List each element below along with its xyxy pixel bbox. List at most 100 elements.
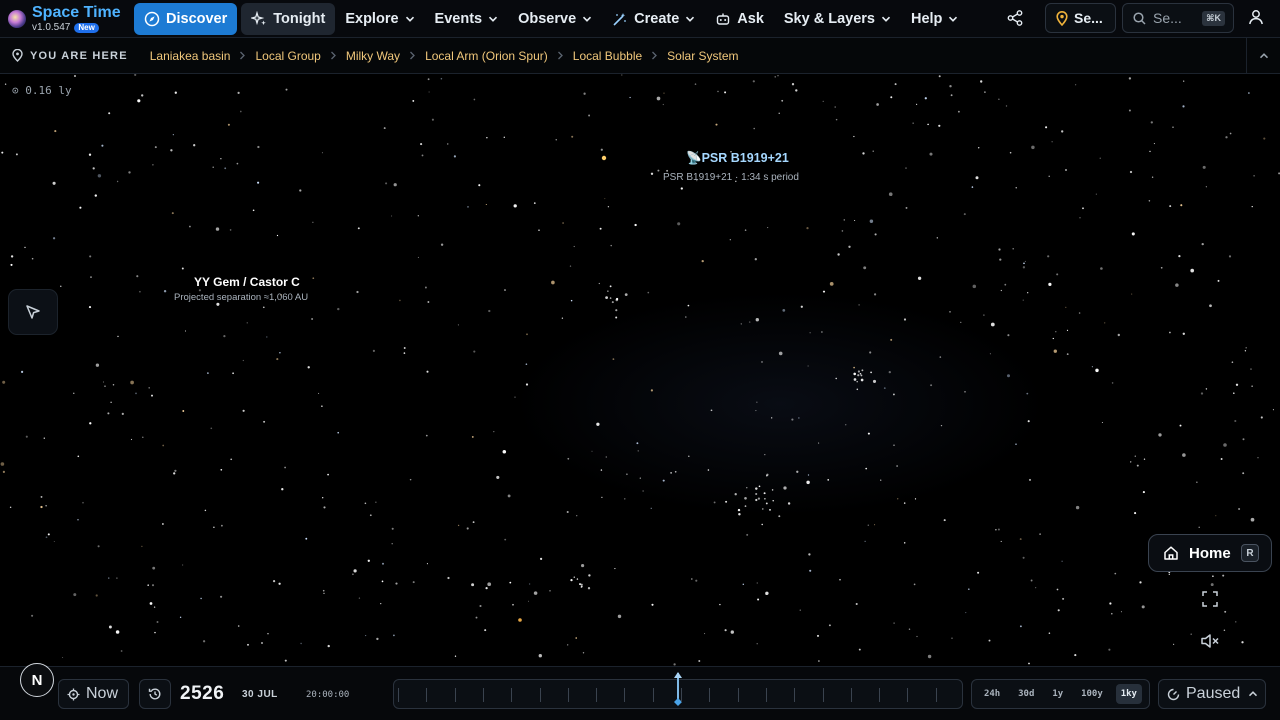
star bbox=[995, 529, 997, 531]
create-label: Create bbox=[634, 10, 680, 27]
star bbox=[220, 468, 223, 471]
star bbox=[809, 569, 812, 572]
star bbox=[242, 409, 245, 412]
breadcrumb-item-milky-way[interactable]: Milky Way bbox=[346, 49, 400, 63]
breadcrumb-item-local-arm[interactable]: Local Arm (Orion Spur) bbox=[425, 49, 548, 63]
breadcrumb-item-local-group[interactable]: Local Group bbox=[255, 49, 320, 63]
help-menu[interactable]: Help bbox=[901, 3, 968, 35]
star bbox=[108, 112, 111, 115]
current-year[interactable]: 2526 bbox=[180, 683, 224, 705]
now-button[interactable]: Now bbox=[58, 679, 129, 709]
tonight-label: Tonight bbox=[273, 10, 326, 27]
app-brand[interactable]: Space Time v1.0.547 New bbox=[0, 0, 130, 38]
time-history-button[interactable] bbox=[139, 679, 171, 709]
time-scrubber[interactable] bbox=[393, 672, 963, 709]
star bbox=[1253, 174, 1255, 177]
range-24h[interactable]: 24h bbox=[979, 684, 1005, 704]
range-1y[interactable]: 1y bbox=[1047, 684, 1068, 704]
star bbox=[690, 578, 693, 580]
star bbox=[471, 583, 475, 587]
select-tool-button[interactable] bbox=[8, 289, 58, 335]
timeline-tick bbox=[567, 688, 569, 702]
search-input[interactable]: Se... ⌘K bbox=[1122, 3, 1234, 33]
star bbox=[897, 498, 899, 500]
star bbox=[860, 378, 864, 382]
star bbox=[1196, 481, 1198, 483]
star bbox=[391, 527, 394, 530]
star bbox=[156, 621, 159, 623]
star bbox=[854, 219, 856, 222]
cursor-icon bbox=[26, 305, 40, 319]
star bbox=[1120, 611, 1122, 613]
star bbox=[471, 435, 474, 438]
collapse-breadcrumb-button[interactable] bbox=[1246, 38, 1280, 74]
current-date[interactable]: 30 JUL bbox=[242, 689, 278, 700]
star bbox=[367, 559, 370, 562]
range-30d[interactable]: 30d bbox=[1013, 684, 1039, 704]
current-time[interactable]: 20:00:00 bbox=[306, 690, 349, 700]
sky-layers-menu[interactable]: Sky & Layers bbox=[774, 3, 901, 35]
star bbox=[600, 469, 603, 471]
star bbox=[108, 625, 112, 629]
share-button[interactable] bbox=[1002, 5, 1028, 31]
star bbox=[399, 299, 401, 302]
star bbox=[662, 479, 665, 482]
explore-menu[interactable]: Explore bbox=[335, 3, 424, 35]
breadcrumb-item-laniakea[interactable]: Laniakea basin bbox=[150, 49, 231, 63]
ask-label: Ask bbox=[737, 10, 764, 27]
home-button[interactable]: Home R bbox=[1148, 534, 1272, 572]
star bbox=[108, 577, 110, 579]
range-1ky[interactable]: 1ky bbox=[1115, 684, 1142, 704]
star bbox=[381, 580, 384, 583]
star bbox=[94, 194, 97, 197]
pulsar-label[interactable]: 📡PSR B1919+21 bbox=[686, 151, 789, 166]
breadcrumb-item-solar-system[interactable]: Solar System bbox=[667, 49, 738, 63]
star bbox=[647, 291, 650, 294]
range-100y[interactable]: 100y bbox=[1076, 684, 1108, 704]
mute-button[interactable] bbox=[1199, 631, 1221, 651]
fullscreen-button[interactable] bbox=[1200, 589, 1220, 609]
breadcrumb-item-local-bubble[interactable]: Local Bubble bbox=[573, 49, 642, 63]
playback-button[interactable]: Paused bbox=[1158, 679, 1266, 709]
star bbox=[1114, 572, 1117, 575]
tonight-button[interactable]: Tonight bbox=[241, 2, 336, 35]
star bbox=[612, 358, 615, 360]
timeline-tick bbox=[907, 688, 909, 702]
star bbox=[575, 637, 577, 639]
discover-button[interactable]: Discover bbox=[134, 2, 238, 35]
star bbox=[876, 103, 879, 106]
star bbox=[1005, 105, 1008, 107]
location-button[interactable]: Se... bbox=[1045, 3, 1116, 33]
account-button[interactable] bbox=[1245, 6, 1267, 28]
ask-button[interactable]: Ask bbox=[705, 3, 774, 35]
star bbox=[972, 284, 977, 289]
star bbox=[977, 147, 980, 149]
create-menu[interactable]: Create bbox=[602, 3, 705, 35]
observe-menu[interactable]: Observe bbox=[508, 3, 602, 35]
star bbox=[276, 358, 279, 361]
star bbox=[761, 361, 763, 363]
star bbox=[31, 257, 34, 260]
star bbox=[1128, 77, 1132, 80]
scale-indicator: ⊙ 0.16 ly bbox=[12, 84, 72, 97]
star bbox=[984, 91, 986, 93]
events-menu[interactable]: Events bbox=[425, 3, 509, 35]
star bbox=[990, 322, 995, 327]
star bbox=[869, 219, 874, 223]
sky-viewport[interactable]: ⊙ 0.16 ly 📡PSR B1919+21 PSR B1919+21 · 1… bbox=[0, 74, 1280, 666]
star bbox=[1066, 353, 1069, 356]
star bbox=[1065, 169, 1067, 171]
castor-c-label[interactable]: YY Gem / Castor C bbox=[194, 275, 300, 289]
star bbox=[704, 633, 706, 635]
star bbox=[447, 143, 449, 145]
star bbox=[130, 380, 134, 385]
star bbox=[89, 422, 92, 425]
star bbox=[1015, 187, 1017, 189]
star bbox=[569, 265, 572, 267]
compass-button[interactable]: N bbox=[20, 663, 54, 697]
star bbox=[135, 392, 137, 395]
star bbox=[1201, 242, 1204, 246]
star bbox=[615, 309, 618, 312]
star bbox=[391, 215, 393, 217]
star bbox=[120, 650, 123, 652]
